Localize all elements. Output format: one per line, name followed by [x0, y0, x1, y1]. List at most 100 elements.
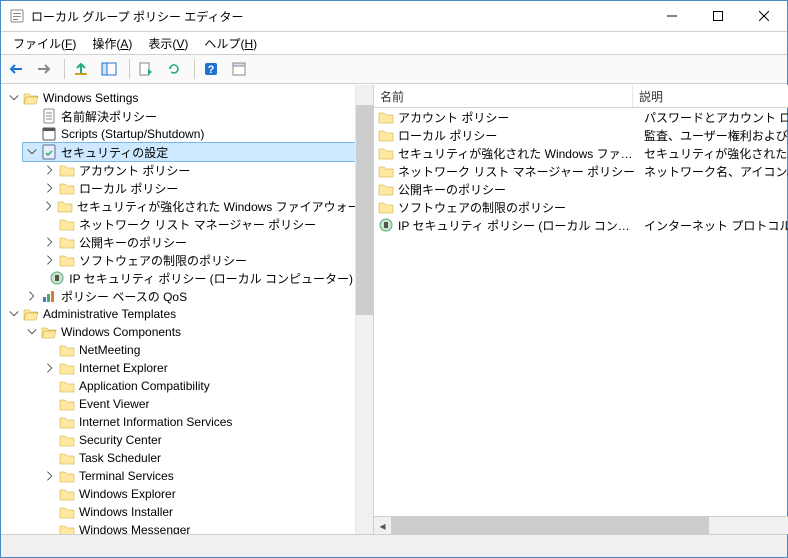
tree-node-nlm[interactable]: ネットワーク リスト マネージャー ポリシー — [41, 215, 355, 233]
expand-icon[interactable] — [43, 253, 57, 267]
maximize-button[interactable] — [695, 1, 741, 31]
folder-icon — [59, 432, 75, 448]
scroll-left-button[interactable]: ◂ — [374, 517, 391, 534]
list-row[interactable]: 公開キーのポリシー — [374, 180, 788, 198]
list-cell-name: ネットワーク リスト マネージャー ポリシー — [398, 163, 640, 180]
tree-node-qos[interactable]: ポリシー ベースの QoS — [23, 287, 355, 305]
tree-node-local-policy[interactable]: ローカル ポリシー — [41, 179, 355, 197]
menu-action[interactable]: 操作(A) — [84, 33, 140, 54]
tree-label: Internet Explorer — [79, 361, 168, 375]
refresh-button[interactable] — [163, 56, 189, 82]
up-button[interactable] — [70, 56, 96, 82]
folder-icon — [59, 180, 75, 196]
tree-label: Task Scheduler — [79, 451, 161, 465]
folder-icon — [59, 486, 75, 502]
tree-label: ネットワーク リスト マネージャー ポリシー — [79, 216, 316, 233]
tree-node-winexp[interactable]: Windows Explorer — [41, 485, 355, 503]
show-hide-tree-button[interactable] — [98, 56, 124, 82]
details-list[interactable]: アカウント ポリシーパスワードとアカウント ロックアウトのポリシーローカル ポリ… — [374, 108, 788, 516]
tree-node-seccenter[interactable]: Security Center — [41, 431, 355, 449]
folder-icon — [378, 181, 394, 197]
list-row[interactable]: ネットワーク リスト マネージャー ポリシーネットワーク名、アイコン、および場所 — [374, 162, 788, 180]
tree-node-security-settings[interactable]: セキュリティの設定 — [23, 143, 355, 161]
column-headers: 名前 説明 — [374, 85, 788, 108]
list-row[interactable]: アカウント ポリシーパスワードとアカウント ロックアウトのポリシー — [374, 108, 788, 126]
tree-node-name-resolution[interactable]: 名前解決ポリシー — [23, 107, 355, 125]
tree-node-pubkey[interactable]: 公開キーのポリシー — [41, 233, 355, 251]
tree-node-iis[interactable]: Internet Information Services — [41, 413, 355, 431]
tree-label: Windows Messenger — [79, 523, 190, 534]
titlebar[interactable]: ローカル グループ ポリシー エディター — [1, 1, 787, 32]
export-list-button[interactable] — [135, 56, 161, 82]
folder-icon — [59, 162, 75, 178]
tree-node-win-components[interactable]: Windows Components — [23, 323, 355, 341]
toolbar — [1, 55, 787, 84]
column-header-name[interactable]: 名前 — [374, 85, 633, 107]
tree-vertical-scrollbar[interactable] — [355, 85, 373, 534]
tree-node-termsvc[interactable]: Terminal Services — [41, 467, 355, 485]
tree-label: Event Viewer — [79, 397, 149, 411]
collapse-icon[interactable] — [7, 307, 21, 321]
tree-label: ローカル ポリシー — [79, 180, 178, 197]
expand-icon[interactable] — [43, 199, 55, 213]
forward-button[interactable] — [33, 56, 59, 82]
column-header-desc[interactable]: 説明 — [633, 85, 788, 107]
list-horizontal-scrollbar[interactable]: ◂ ▸ — [374, 516, 788, 534]
properties-button[interactable] — [228, 56, 254, 82]
tree-node-tasksched[interactable]: Task Scheduler — [41, 449, 355, 467]
tree-node-softrestrict[interactable]: ソフトウェアの制限のポリシー — [41, 251, 355, 269]
list-row[interactable]: ソフトウェアの制限のポリシー — [374, 198, 788, 216]
tree-node-windows-settings[interactable]: Windows Settings — [5, 89, 355, 107]
expand-icon[interactable] — [43, 361, 57, 375]
tree-node-wininst[interactable]: Windows Installer — [41, 503, 355, 521]
menu-view[interactable]: 表示(V) — [140, 33, 196, 54]
tree-node-netmeeting[interactable]: NetMeeting — [41, 341, 355, 359]
tree-node-admin-templates[interactable]: Administrative Templates — [5, 305, 355, 323]
tree-label: アカウント ポリシー — [79, 162, 190, 179]
back-button[interactable] — [5, 56, 31, 82]
document-icon — [41, 108, 57, 124]
navigation-tree[interactable]: Windows Settings 名前解決ポリシー Scripts (Start… — [1, 85, 355, 534]
tree-label: Windows Components — [61, 325, 181, 339]
close-button[interactable] — [741, 1, 787, 31]
tree-node-appcompat[interactable]: Application Compatibility — [41, 377, 355, 395]
scrollbar-thumb[interactable] — [356, 105, 373, 315]
tree-node-firewall[interactable]: セキュリティが強化された Windows ファイアウォール — [41, 197, 355, 215]
collapse-icon[interactable] — [7, 91, 21, 105]
tree-node-scripts[interactable]: Scripts (Startup/Shutdown) — [23, 125, 355, 143]
tree-node-ie[interactable]: Internet Explorer — [41, 359, 355, 377]
expand-icon[interactable] — [25, 289, 39, 303]
collapse-icon[interactable] — [25, 145, 39, 159]
folder-icon — [378, 127, 394, 143]
minimize-button[interactable] — [649, 1, 695, 31]
list-row[interactable]: ローカル ポリシー監査、ユーザー権利およびセキュリティ オプション — [374, 126, 788, 144]
separator — [194, 59, 195, 79]
list-pane: 名前 説明 アカウント ポリシーパスワードとアカウント ロックアウトのポリシーロ… — [374, 85, 788, 534]
tree-node-ipsec[interactable]: IP セキュリティ ポリシー (ローカル コンピューター) — [41, 269, 355, 287]
expand-icon[interactable] — [43, 235, 57, 249]
expand-icon[interactable] — [43, 181, 57, 195]
folder-open-icon — [41, 324, 57, 340]
tree-node-eventviewer[interactable]: Event Viewer — [41, 395, 355, 413]
menu-help[interactable]: ヘルプ(H) — [196, 33, 265, 54]
window-title: ローカル グループ ポリシー エディター — [31, 8, 649, 25]
help-button[interactable] — [200, 56, 226, 82]
folder-icon — [59, 450, 75, 466]
tree-label: Windows Explorer — [79, 487, 176, 501]
collapse-icon[interactable] — [25, 325, 39, 339]
tree-pane: Windows Settings 名前解決ポリシー Scripts (Start… — [1, 85, 374, 534]
folder-icon — [59, 414, 75, 430]
script-icon — [41, 126, 57, 142]
tree-node-account-policy[interactable]: アカウント ポリシー — [41, 161, 355, 179]
tree-node-winmess[interactable]: Windows Messenger — [41, 521, 355, 534]
folder-icon — [378, 199, 394, 215]
expand-icon[interactable] — [43, 469, 57, 483]
list-row[interactable]: IP セキュリティ ポリシー (ローカル コンピューター)インターネット プロト… — [374, 216, 788, 234]
scrollbar-thumb[interactable] — [391, 517, 709, 534]
tree-label: ソフトウェアの制限のポリシー — [79, 252, 247, 269]
menu-file[interactable]: ファイル(F) — [5, 33, 84, 54]
folder-icon — [57, 198, 73, 214]
menubar: ファイル(F) 操作(A) 表示(V) ヘルプ(H) — [1, 32, 787, 55]
expand-icon[interactable] — [43, 163, 57, 177]
list-row[interactable]: セキュリティが強化された Windows ファイアウ...セキュリティが強化され… — [374, 144, 788, 162]
